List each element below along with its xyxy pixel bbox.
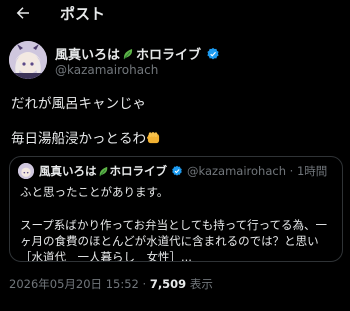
quoted-time: 1時間 <box>296 164 328 178</box>
quoted-avatar-image <box>18 163 34 179</box>
quoted-tweet-header: 風真いろは ホロライブ @kazamairohach · 1時間 <box>18 163 327 179</box>
fist-icon <box>146 132 160 144</box>
quoted-author-name: 風真いろは ホロライブ <box>39 163 183 179</box>
avatar-image <box>9 41 47 79</box>
quoted-text-line-2: スープ系ばかり作ってお弁当としても持って行ってる為、一 <box>20 218 328 232</box>
tweet-text-line-2-text: 毎日湯船浸かっとるわ <box>11 131 146 147</box>
tweet-text-line-2: 毎日湯船浸かっとるわ <box>11 127 161 147</box>
verified-badge-icon <box>172 165 182 176</box>
back-button[interactable] <box>12 2 34 24</box>
arrow-left-icon <box>16 7 29 19</box>
leaf-icon <box>123 48 133 59</box>
author-handle[interactable]: @kazamairohach <box>55 63 158 77</box>
quoted-author-name-suffix: ホロライブ <box>109 164 168 178</box>
top-bar: ポスト <box>0 0 350 26</box>
tweet-meta: 2026年05月20日 15:52 · 7,509 表示 <box>9 276 213 292</box>
avatar[interactable] <box>9 41 47 79</box>
page-title: ポスト <box>60 5 106 23</box>
view-count: 7,509 <box>149 277 187 291</box>
quoted-text-line-4: ［水道代 一人暮らし 女性］... <box>20 250 192 262</box>
leaf-icon <box>98 166 107 176</box>
quoted-text-line-3: ヶ月の食費のほとんどが水道代に含まれるのでは？と思い <box>20 234 319 248</box>
meta-separator: · <box>142 277 147 291</box>
verified-badge-icon <box>207 47 219 59</box>
quoted-tweet[interactable]: 風真いろは ホロライブ @kazamairohach · 1時間 ふと思ったこと… <box>9 156 343 262</box>
quoted-avatar <box>18 163 34 179</box>
author-name-text: 風真いろは <box>55 48 121 63</box>
quoted-text-line-1: ふと思ったことがあります。 <box>20 185 169 199</box>
view-count-label: 表示 <box>189 277 213 291</box>
author-name-suffix: ホロライブ <box>136 48 202 63</box>
timestamp[interactable]: 2026年05月20日 15:52 <box>9 277 139 291</box>
quoted-handle-text: @kazamairohach <box>187 164 286 178</box>
quoted-author-handle: @kazamairohach · 1時間 <box>187 164 328 178</box>
quoted-author-name-text: 風真いろは <box>39 164 97 178</box>
author-name[interactable]: 風真いろは ホロライブ <box>55 44 220 63</box>
tweet-text-line-1: だれが風呂キャンじゃ <box>11 96 146 112</box>
